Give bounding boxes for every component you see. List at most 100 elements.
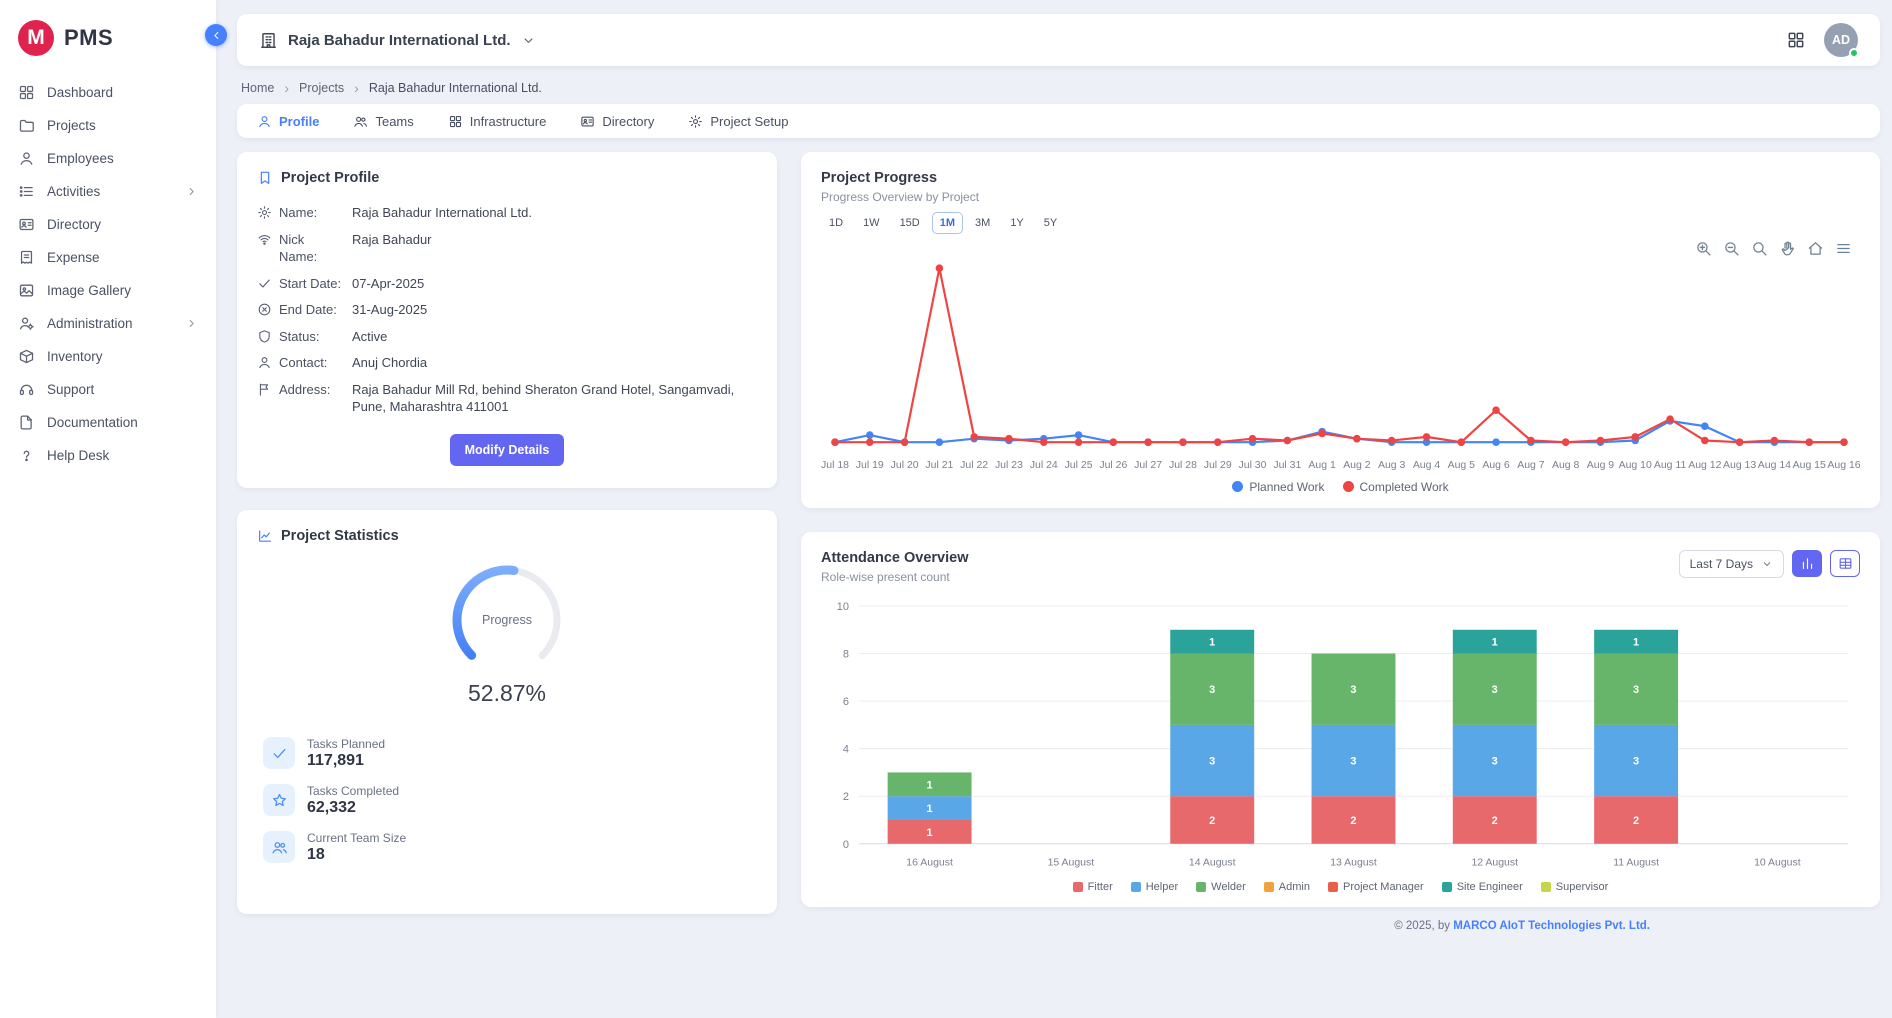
breadcrumb-item-home[interactable]: Home — [241, 81, 274, 95]
zoom-icon[interactable] — [1751, 240, 1768, 257]
range-3m[interactable]: 3M — [967, 212, 998, 234]
sidebar-item-employees[interactable]: Employees — [0, 142, 216, 175]
signal-icon — [257, 232, 272, 247]
svg-text:1: 1 — [927, 779, 933, 791]
bar-view-button[interactable] — [1792, 550, 1822, 577]
chevron-left-icon — [210, 29, 223, 42]
svg-text:Jul 21: Jul 21 — [925, 460, 953, 471]
sidebar-item-dashboard[interactable]: Dashboard — [0, 76, 216, 109]
app-logo[interactable]: M PMS — [0, 12, 216, 76]
range-1m[interactable]: 1M — [932, 212, 963, 234]
apps-grid-icon[interactable] — [1786, 30, 1806, 50]
project-progress-chart[interactable]: Jul 18Jul 19Jul 20Jul 21Jul 22Jul 23Jul … — [821, 240, 1860, 478]
table-view-button[interactable] — [1830, 550, 1860, 577]
svg-text:Aug 13: Aug 13 — [1723, 460, 1756, 471]
folder-icon — [18, 117, 35, 134]
field-end-date: End Date:31-Aug-2025 — [257, 301, 757, 319]
main-area: Raja Bahadur International Ltd. AD Home›… — [216, 0, 1892, 1018]
modify-details-button[interactable]: Modify Details — [450, 434, 565, 466]
tab-directory[interactable]: Directory — [580, 104, 654, 138]
chevron-right-icon — [185, 185, 198, 198]
circle-x-icon — [257, 302, 272, 317]
app-name: PMS — [64, 25, 113, 51]
stat-value: 18 — [307, 846, 406, 864]
sidebar-item-activities[interactable]: Activities — [0, 175, 216, 208]
field-label: Address: — [279, 381, 345, 399]
menu-icon[interactable] — [1835, 240, 1852, 257]
profile-fields: Name:Raja Bahadur International Ltd.Nick… — [257, 204, 757, 416]
home-icon[interactable] — [1807, 240, 1824, 257]
user-avatar[interactable]: AD — [1824, 23, 1858, 57]
sidebar-item-image-gallery[interactable]: Image Gallery — [0, 274, 216, 307]
field-label: Status: — [279, 328, 345, 346]
svg-text:Jul 23: Jul 23 — [995, 460, 1023, 471]
range-15d[interactable]: 15D — [892, 212, 928, 234]
sidebar-item-label: Administration — [47, 316, 173, 331]
star-icon-tile — [263, 784, 295, 816]
shield-icon — [257, 329, 272, 344]
svg-text:3: 3 — [1350, 684, 1356, 696]
gear-icon — [257, 205, 272, 220]
svg-text:Jul 18: Jul 18 — [821, 460, 849, 471]
sidebar-item-administration[interactable]: Administration — [0, 307, 216, 340]
company-selector[interactable]: Raja Bahadur International Ltd. — [259, 31, 536, 50]
attendance-chart[interactable]: 024681011116 August15 August233114 Augus… — [821, 592, 1860, 880]
breadcrumb-item-projects[interactable]: Projects — [299, 81, 344, 95]
svg-text:2: 2 — [843, 791, 849, 803]
footer-company-link[interactable]: MARCO AIoT Technologies Pvt. Ltd. — [1453, 920, 1650, 932]
range-1d[interactable]: 1D — [821, 212, 851, 234]
footer-copyright: © 2025, by — [1394, 920, 1453, 932]
svg-text:Aug 11: Aug 11 — [1654, 460, 1687, 471]
range-5y[interactable]: 5Y — [1036, 212, 1065, 234]
zoom-out-icon[interactable] — [1723, 240, 1740, 257]
legend-welder[interactable]: Welder — [1196, 881, 1246, 893]
attendance-range-select[interactable]: Last 7 Days — [1679, 550, 1784, 578]
tab-infrastructure[interactable]: Infrastructure — [448, 104, 547, 138]
online-status-dot — [1849, 48, 1859, 58]
logo-icon: M — [18, 20, 54, 56]
breadcrumb: Home›Projects›Raja Bahadur International… — [241, 78, 1876, 98]
list-icon — [18, 183, 35, 200]
legend-supervisor[interactable]: Supervisor — [1541, 881, 1609, 893]
sidebar-item-documentation[interactable]: Documentation — [0, 406, 216, 439]
legend-fitter[interactable]: Fitter — [1073, 881, 1113, 893]
legend-site-engineer[interactable]: Site Engineer — [1442, 881, 1523, 893]
content-grid: Project Profile Name:Raja Bahadur Intern… — [237, 152, 1880, 914]
tab-label: Infrastructure — [470, 114, 547, 129]
legend-completed-work[interactable]: Completed Work — [1343, 480, 1449, 494]
sidebar-collapse-button[interactable] — [205, 24, 227, 46]
range-1w[interactable]: 1W — [855, 212, 888, 234]
pan-icon[interactable] — [1779, 240, 1796, 257]
tab-label: Profile — [279, 114, 319, 129]
zoom-in-icon[interactable] — [1695, 240, 1712, 257]
sidebar-item-label: Projects — [47, 118, 198, 133]
sidebar-item-inventory[interactable]: Inventory — [0, 340, 216, 373]
range-1y[interactable]: 1Y — [1002, 212, 1031, 234]
tab-project-setup[interactable]: Project Setup — [688, 104, 788, 138]
stat-tasks-planned: Tasks Planned117,891 — [263, 737, 757, 770]
svg-text:Aug 14: Aug 14 — [1758, 460, 1791, 471]
sidebar-item-support[interactable]: Support — [0, 373, 216, 406]
chart-line-icon — [257, 528, 273, 544]
sidebar-item-directory[interactable]: Directory — [0, 208, 216, 241]
legend-admin[interactable]: Admin — [1264, 881, 1310, 893]
tab-label: Project Setup — [710, 114, 788, 129]
tab-label: Teams — [375, 114, 413, 129]
sidebar-item-label: Support — [47, 382, 198, 397]
sidebar-item-help-desk[interactable]: Help Desk — [0, 439, 216, 472]
chevron-down-icon — [521, 33, 536, 48]
check-icon — [257, 276, 272, 291]
progress-value: 52.87% — [468, 680, 546, 707]
field-value: 31-Aug-2025 — [352, 301, 427, 319]
sidebar-nav: Dashboard Projects EmployeesActivitiesDire… — [0, 76, 216, 472]
svg-text:3: 3 — [1492, 684, 1498, 696]
user-icon — [18, 150, 35, 167]
stat-label: Tasks Planned — [307, 737, 385, 751]
sidebar-item-expense[interactable]: Expense — [0, 241, 216, 274]
tab-profile[interactable]: Profile — [257, 104, 319, 138]
legend-helper[interactable]: Helper — [1131, 881, 1178, 893]
sidebar-item-projects[interactable]: Projects — [0, 109, 216, 142]
legend-project-manager[interactable]: Project Manager — [1328, 881, 1424, 893]
tab-teams[interactable]: Teams — [353, 104, 413, 138]
legend-planned-work[interactable]: Planned Work — [1232, 480, 1324, 494]
